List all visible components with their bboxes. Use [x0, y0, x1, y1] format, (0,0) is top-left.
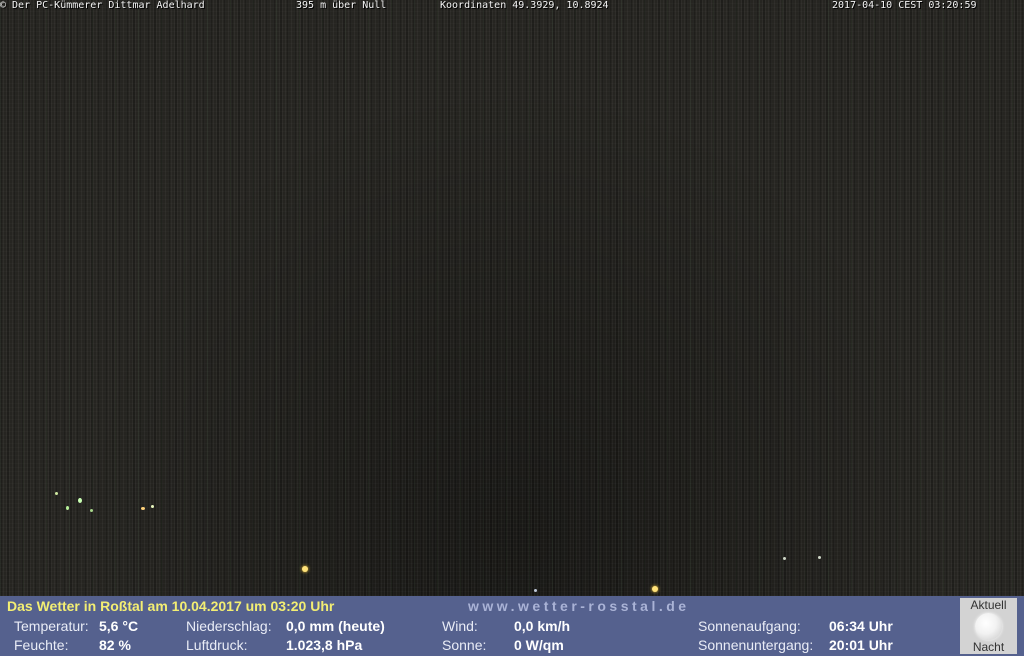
sunset-value: 20:01 Uhr: [829, 637, 893, 653]
street-light: [90, 509, 93, 512]
street-light: [78, 498, 82, 503]
full-moon-icon: [975, 613, 1002, 640]
temperature-value: 5,6 °C: [99, 618, 139, 634]
street-light: [652, 586, 658, 592]
sunrise-label: Sonnenaufgang:: [698, 618, 801, 634]
precipitation-value: 0,0 mm (heute): [286, 618, 385, 634]
weather-title: Das Wetter in Roßtal am 10.04.2017 um 03…: [7, 598, 335, 614]
webcam-overlay-bar: © Der PC-Kümmerer Dittmar Adelhard 395 m…: [0, 0, 1024, 11]
temperature-label: Temperatur:: [14, 618, 89, 634]
wind-label: Wind:: [442, 618, 478, 634]
sun-value: 0 W/qm: [514, 637, 564, 653]
moon-phase-box: Aktuell Nacht: [960, 598, 1017, 654]
moon-bottom-label: Nacht: [972, 640, 1005, 654]
altitude-text: 395 m über Null: [296, 0, 387, 11]
street-light: [55, 492, 58, 495]
copyright-text: © Der PC-Kümmerer Dittmar Adelhard: [0, 0, 205, 11]
humidity-label: Feuchte:: [14, 637, 69, 653]
sun-label: Sonne:: [442, 637, 487, 653]
website-link[interactable]: www.wetter-rosstal.de: [468, 598, 690, 614]
humidity-value: 82 %: [99, 637, 131, 653]
sunrise-value: 06:34 Uhr: [829, 618, 893, 634]
webcam-image: [0, 0, 1024, 596]
coordinates-text: Koordinaten 49.3929, 10.8924: [440, 0, 609, 11]
pressure-value: 1.023,8 hPa: [286, 637, 363, 653]
street-light: [783, 557, 786, 560]
precipitation-label: Niederschlag:: [186, 618, 272, 634]
street-light: [141, 507, 145, 510]
pressure-label: Luftdruck:: [186, 637, 248, 653]
timestamp-text: 2017-04-10 CEST 03:20:59: [832, 0, 977, 11]
street-light: [151, 505, 154, 508]
moon-top-label: Aktuell: [970, 598, 1007, 612]
street-light: [818, 556, 821, 559]
street-light: [302, 566, 308, 572]
wind-value: 0,0 km/h: [514, 618, 571, 634]
sunset-label: Sonnenuntergang:: [698, 637, 814, 653]
weather-bar: Das Wetter in Roßtal am 10.04.2017 um 03…: [0, 596, 1024, 656]
street-light: [66, 506, 69, 510]
street-light: [534, 589, 537, 592]
